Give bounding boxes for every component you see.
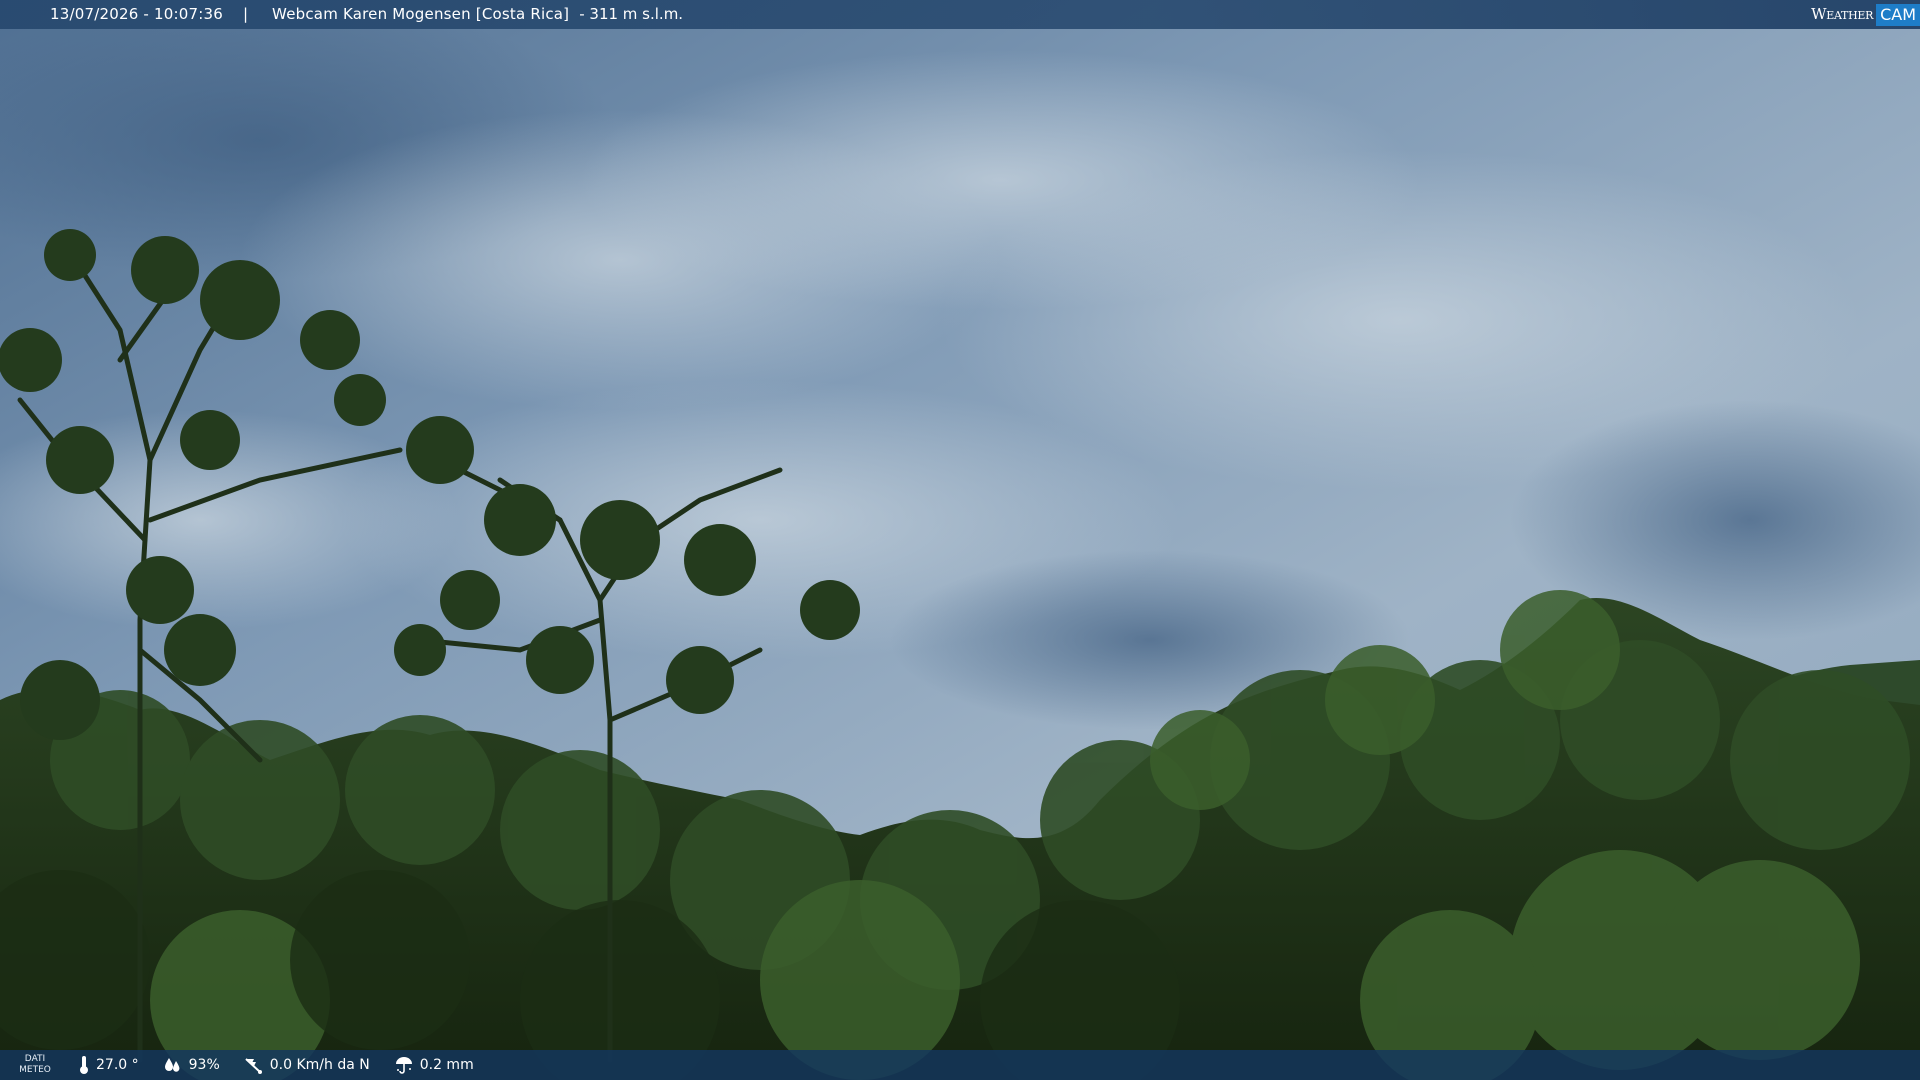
wind-metric: 0.0 Km/h da N — [244, 1055, 370, 1075]
logo-cam: CAM — [1876, 3, 1920, 26]
camera-name: Webcam Karen Mogensen [Costa Rica] — [272, 5, 570, 23]
separator: | — [242, 5, 249, 23]
wind-value: 0.0 Km/h da N — [269, 1057, 370, 1073]
label-line2: METEO — [19, 1065, 51, 1075]
humidity-drop-icon — [164, 1058, 180, 1072]
bottom-weather-bar: DATI METEO 27.0 ° 93% 0.0 Km/h da N 0.2 … — [0, 1050, 1920, 1080]
thermometer-icon — [80, 1056, 88, 1074]
rain-metric: 0.2 mm — [394, 1055, 474, 1075]
altitude: - 311 m s.l.m. — [579, 5, 684, 23]
humidity-value: 93% — [188, 1057, 220, 1073]
label-line1: DATI — [24, 1054, 46, 1064]
temperature-value: 27.0 ° — [96, 1057, 139, 1073]
timestamp: 13/07/2026 - 10:07:36 — [50, 5, 223, 23]
humidity-metric: 93% — [163, 1056, 220, 1074]
rain-umbrella-icon — [395, 1057, 412, 1074]
temperature-metric: 27.0 ° — [78, 1055, 139, 1075]
weather-data-label: DATI METEO — [0, 1054, 70, 1076]
logo-word: Weather — [1811, 5, 1874, 23]
weathercam-logo: Weather CAM — [1811, 0, 1920, 29]
wind-icon — [245, 1058, 262, 1074]
top-overlay-bar: 13/07/2026 - 10:07:36 | Webcam Karen Mog… — [0, 0, 1920, 29]
webcam-image — [0, 0, 1920, 1080]
rain-value: 0.2 mm — [419, 1057, 474, 1073]
webcam-frame: 13/07/2026 - 10:07:36 | Webcam Karen Mog… — [0, 0, 1920, 1080]
